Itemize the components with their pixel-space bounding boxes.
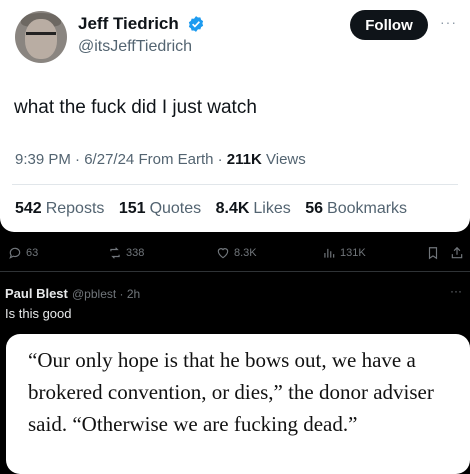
author-handle[interactable]: @itsJeffTiedrich bbox=[78, 38, 192, 56]
follow-button[interactable]: Follow bbox=[350, 10, 428, 40]
reply-icon bbox=[9, 247, 21, 259]
quote-text: “Our only hope is that he bows out, we h… bbox=[28, 348, 434, 436]
heart-icon bbox=[217, 248, 229, 259]
tweet-meta: 9:39 PM · 6/27/24 From Earth · 211K View… bbox=[15, 151, 306, 168]
quote-image[interactable]: “Our only hope is that he bows out, we h… bbox=[6, 334, 470, 474]
author-avatar[interactable] bbox=[15, 11, 67, 63]
action-bar: 63 338 8.3K 131K bbox=[0, 238, 470, 268]
thread-divider bbox=[0, 271, 470, 272]
reply-handle[interactable]: @pblest bbox=[72, 287, 116, 301]
reply-more-icon[interactable]: ··· bbox=[450, 284, 462, 298]
bookmark-icon bbox=[428, 247, 438, 260]
reply-action[interactable]: 63 bbox=[8, 246, 38, 260]
reply-text: Is this good bbox=[5, 306, 72, 321]
quotes-stat[interactable]: 151 Quotes bbox=[119, 200, 201, 217]
author-name[interactable]: Jeff Tiedrich bbox=[78, 14, 179, 34]
avatar-glasses bbox=[26, 32, 56, 43]
share-icon bbox=[451, 246, 463, 259]
likes-stat[interactable]: 8.4K Likes bbox=[216, 200, 291, 217]
bookmark-action[interactable] bbox=[426, 246, 440, 260]
bar-chart-icon bbox=[324, 248, 335, 258]
views-label: Views bbox=[266, 151, 306, 168]
engagement-stats: 542 Reposts 151 Quotes 8.4K Likes 56 Bookmar… bbox=[15, 200, 417, 218]
reposts-stat[interactable]: 542 Reposts bbox=[15, 200, 104, 217]
more-options-icon[interactable]: ··· bbox=[440, 14, 457, 30]
tweet-card: Jeff Tiedrich @itsJeffTiedrich Follow ··… bbox=[0, 0, 470, 232]
reply-author-meta: @pblest · 2h bbox=[72, 287, 140, 301]
like-action[interactable]: 8.3K bbox=[216, 246, 257, 260]
divider bbox=[12, 184, 458, 185]
verified-badge-icon bbox=[188, 16, 204, 32]
share-action[interactable] bbox=[450, 246, 464, 260]
tweet-time[interactable]: 9:39 PM bbox=[15, 151, 71, 168]
repost-action[interactable]: 338 bbox=[108, 246, 144, 260]
repost-icon bbox=[110, 247, 120, 259]
views-action[interactable]: 131K bbox=[322, 246, 366, 260]
bookmarks-stat[interactable]: 56 Bookmarks bbox=[305, 200, 407, 217]
tweet-text: what the fuck did I just watch bbox=[14, 97, 257, 118]
reply-time[interactable]: · 2h bbox=[120, 287, 141, 301]
tweet-date[interactable]: 6/27/24 bbox=[84, 151, 134, 168]
reply-author-name[interactable]: Paul Blest bbox=[5, 286, 68, 301]
views-count: 211K bbox=[226, 151, 262, 168]
tweet-source: From Earth bbox=[138, 151, 214, 168]
